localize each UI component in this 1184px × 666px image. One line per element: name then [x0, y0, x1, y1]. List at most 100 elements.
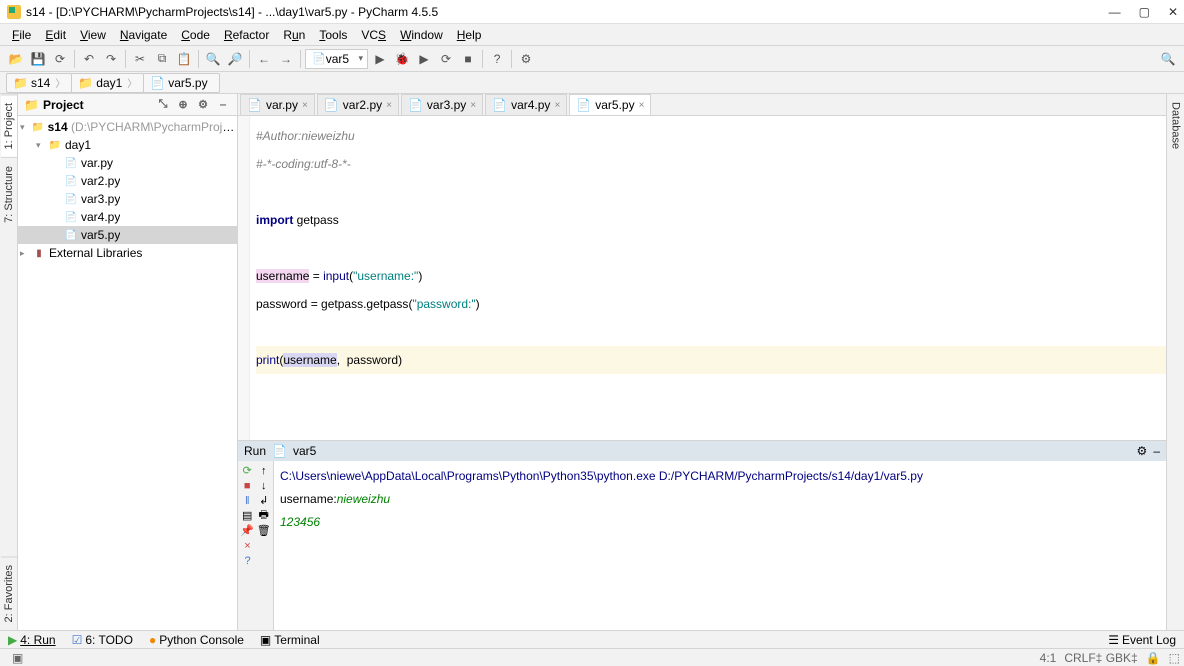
redo-icon[interactable]: ↷ — [101, 49, 121, 69]
tree-folder[interactable]: ▾📁day1 — [18, 136, 237, 154]
paste-icon[interactable]: 📋 — [174, 49, 194, 69]
maximize-button[interactable]: ▢ — [1139, 5, 1150, 19]
close-icon[interactable]: × — [240, 538, 255, 553]
tab-todo[interactable]: ☑6: TODO — [68, 633, 137, 647]
tab-python-console[interactable]: ●Python Console — [145, 633, 248, 647]
navigation-bar: 📁s14 📁day1 📄var5.py — [0, 72, 1184, 94]
settings-icon[interactable]: ⚙ — [516, 49, 536, 69]
pin-icon[interactable]: 📌 — [240, 523, 255, 538]
tree-file[interactable]: 📄var5.py — [18, 226, 237, 244]
close-icon[interactable]: × — [554, 100, 560, 111]
gear-icon[interactable]: ⚙ — [1137, 444, 1148, 458]
close-icon[interactable]: × — [639, 100, 645, 111]
tab-terminal[interactable]: ▣Terminal — [256, 633, 324, 647]
tree-file[interactable]: 📄var.py — [18, 154, 237, 172]
help-icon[interactable]: ? — [487, 49, 507, 69]
editor-tab[interactable]: 📄var.py× — [240, 94, 315, 115]
status-encoding[interactable]: CRLF‡ GBK‡ — [1064, 651, 1137, 665]
tab-run[interactable]: ▶4: Run — [4, 633, 60, 647]
tree-root[interactable]: ▾📁 s14 (D:\PYCHARM\PycharmProjects\ — [18, 118, 237, 136]
stop-icon[interactable]: ■ — [240, 478, 255, 493]
tree-file[interactable]: 📄var2.py — [18, 172, 237, 190]
menu-run[interactable]: Run — [277, 26, 311, 44]
replace-icon[interactable]: 🔎 — [225, 49, 245, 69]
search-everywhere-icon[interactable]: 🔍 — [1158, 49, 1178, 69]
tab-favorites[interactable]: 2: Favorites — [1, 556, 17, 630]
rerun-icon[interactable]: ⟳ — [436, 49, 456, 69]
menu-file[interactable]: File — [6, 26, 37, 44]
project-tree[interactable]: ▾📁 s14 (D:\PYCHARM\PycharmProjects\ ▾📁da… — [18, 116, 237, 630]
menu-view[interactable]: View — [74, 26, 112, 44]
menu-help[interactable]: Help — [451, 26, 488, 44]
save-icon[interactable]: 💾 — [28, 49, 48, 69]
down-icon[interactable]: ↓ — [257, 478, 272, 493]
gear-icon[interactable]: ⚙ — [195, 97, 211, 113]
editor-tabs: 📄var.py×📄var2.py×📄var3.py×📄var4.py×📄var5… — [238, 94, 1166, 116]
lock-icon[interactable]: 🔒 — [1146, 651, 1161, 665]
tab-project[interactable]: 1: Project — [1, 94, 17, 157]
status-bar: ▣ 4:1 CRLF‡ GBK‡ 🔒 ⬚ — [0, 648, 1184, 666]
close-icon[interactable]: × — [302, 100, 308, 111]
clear-icon[interactable]: 🗑 — [257, 523, 272, 538]
right-tool-strip: Database — [1166, 94, 1184, 630]
run-icon[interactable]: ▶ — [370, 49, 390, 69]
bottom-tool-tabs: ▶4: Run ☑6: TODO ●Python Console ▣Termin… — [0, 630, 1184, 648]
editor-tab[interactable]: 📄var5.py× — [569, 94, 651, 115]
up-icon[interactable]: ↑ — [257, 463, 272, 478]
breadcrumb-item[interactable]: 📁s14 — [6, 73, 72, 93]
close-button[interactable]: ✕ — [1168, 5, 1178, 19]
minimize-button[interactable]: — — [1109, 5, 1121, 19]
editor-tab[interactable]: 📄var3.py× — [401, 94, 483, 115]
status-toggle-icon[interactable]: ▣ — [12, 651, 23, 665]
status-more-icon[interactable]: ⬚ — [1169, 651, 1180, 665]
pause-icon[interactable]: ‖ — [240, 493, 255, 508]
tab-event-log[interactable]: ☰Event Log — [1104, 633, 1180, 647]
run-output[interactable]: C:\Users\niewe\AppData\Local\Programs\Py… — [274, 461, 1166, 630]
back-icon[interactable]: ← — [254, 49, 274, 69]
tree-external-libs[interactable]: ▸▮External Libraries — [18, 244, 237, 262]
forward-icon[interactable]: → — [276, 49, 296, 69]
scroll-from-source-icon[interactable]: ⊕ — [175, 97, 191, 113]
stop-icon[interactable]: ■ — [458, 49, 478, 69]
help-icon[interactable]: ? — [240, 553, 255, 568]
close-icon[interactable]: × — [386, 100, 392, 111]
breadcrumb-item[interactable]: 📁day1 — [71, 73, 144, 93]
hide-icon[interactable]: ‒ — [215, 97, 231, 113]
collapse-icon[interactable]: ⤡ — [155, 97, 171, 113]
code-content[interactable]: #Author:nieweizhu #-*-coding:utf-8-*- im… — [250, 116, 1166, 440]
debug-icon[interactable]: 🐞 — [392, 49, 412, 69]
menu-tools[interactable]: Tools — [313, 26, 353, 44]
open-icon[interactable]: 📂 — [6, 49, 26, 69]
editor-gutter — [238, 116, 250, 440]
cut-icon[interactable]: ✂ — [130, 49, 150, 69]
hide-icon[interactable]: ‒ — [1153, 444, 1160, 458]
editor-tab[interactable]: 📄var4.py× — [485, 94, 567, 115]
menu-edit[interactable]: Edit — [39, 26, 72, 44]
tab-database[interactable]: Database — [1168, 94, 1184, 157]
menu-refactor[interactable]: Refactor — [218, 26, 275, 44]
menu-code[interactable]: Code — [175, 26, 216, 44]
editor-tab[interactable]: 📄var2.py× — [317, 94, 399, 115]
code-editor[interactable]: #Author:nieweizhu #-*-coding:utf-8-*- im… — [238, 116, 1166, 440]
run-header-title: Run — [244, 444, 266, 458]
coverage-icon[interactable]: ▶ — [414, 49, 434, 69]
dump-icon[interactable]: ▤ — [240, 508, 255, 523]
refresh-icon[interactable]: ⟳ — [50, 49, 70, 69]
editor-area: 📄var.py×📄var2.py×📄var3.py×📄var4.py×📄var5… — [238, 94, 1166, 630]
find-icon[interactable]: 🔍 — [203, 49, 223, 69]
copy-icon[interactable]: ⧉ — [152, 49, 172, 69]
run-config-combo[interactable]: 📄 var5 — [305, 49, 368, 69]
undo-icon[interactable]: ↶ — [79, 49, 99, 69]
breadcrumb-item[interactable]: 📄var5.py — [143, 73, 219, 93]
print-icon[interactable]: 🖶 — [257, 508, 272, 523]
rerun-icon[interactable]: ⟳ — [240, 463, 255, 478]
status-caret-pos[interactable]: 4:1 — [1040, 651, 1057, 665]
menu-window[interactable]: Window — [394, 26, 449, 44]
menu-navigate[interactable]: Navigate — [114, 26, 173, 44]
menu-vcs[interactable]: VCS — [355, 26, 392, 44]
tab-structure[interactable]: 7: Structure — [1, 157, 17, 231]
project-panel-title: Project — [43, 98, 84, 112]
tree-file[interactable]: 📄var4.py — [18, 208, 237, 226]
tree-file[interactable]: 📄var3.py — [18, 190, 237, 208]
close-icon[interactable]: × — [470, 100, 476, 111]
